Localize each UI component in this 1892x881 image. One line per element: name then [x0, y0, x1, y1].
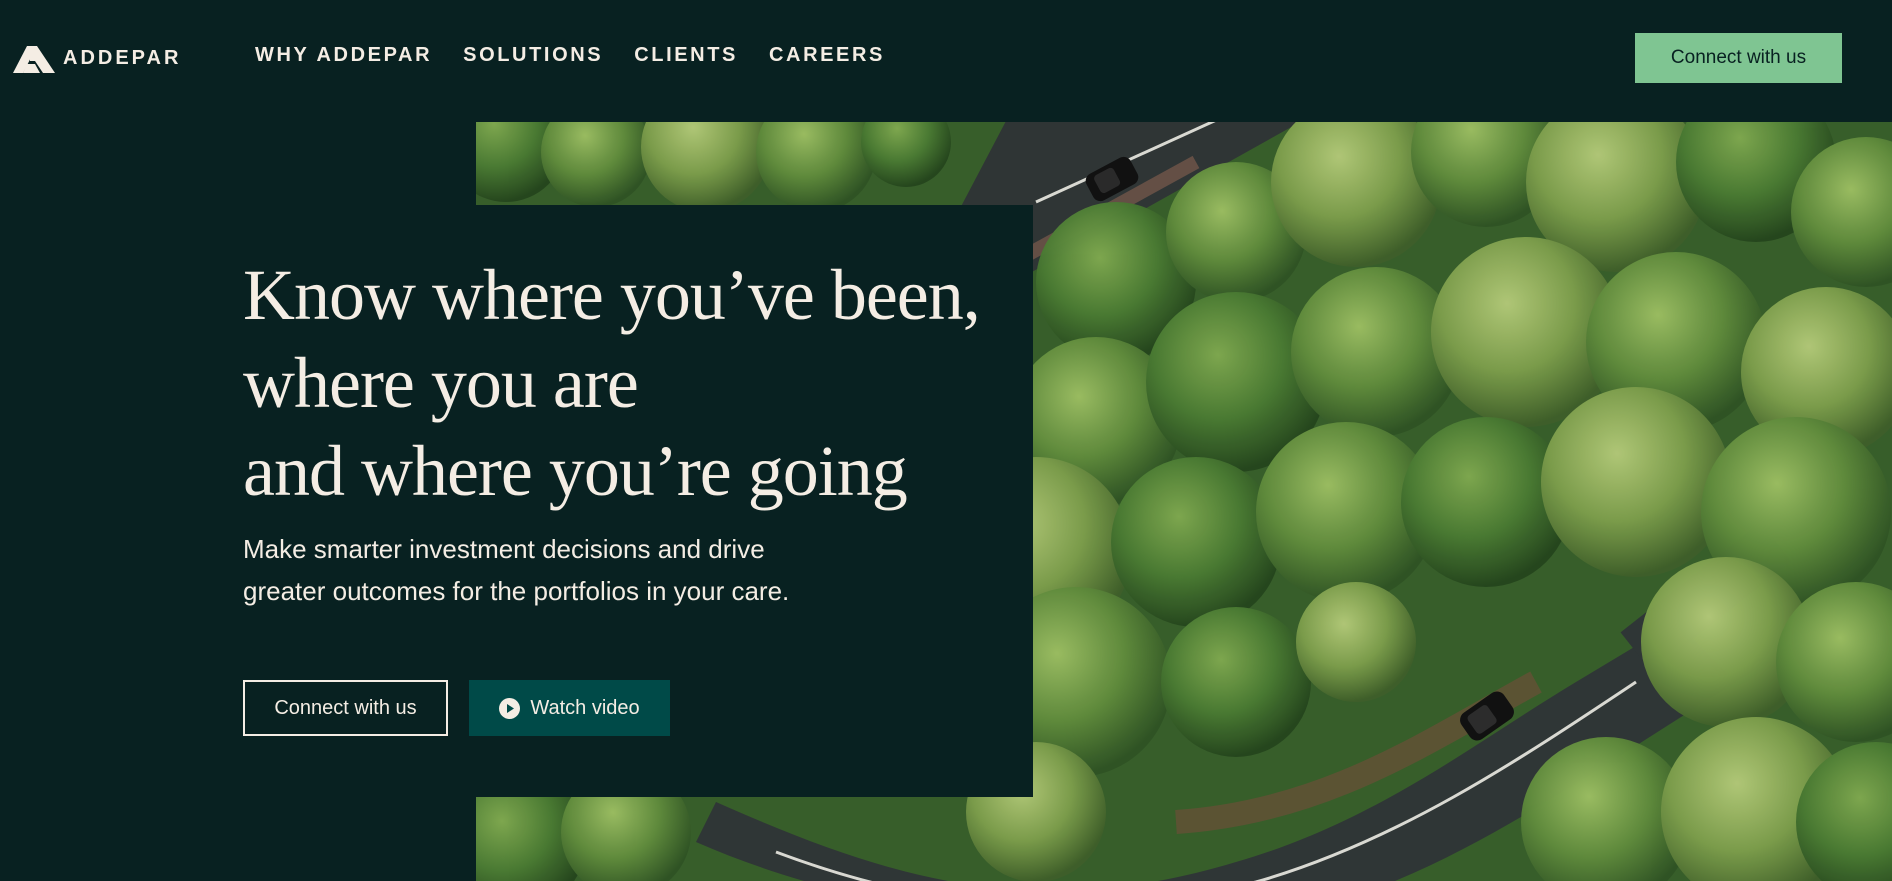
header-connect-button[interactable]: Connect with us [1635, 33, 1842, 83]
hero-title-line-1: Know where you’ve been, [243, 255, 981, 335]
addepar-logo[interactable]: ADDEPAR [13, 43, 181, 73]
site-header: ADDEPAR WHY ADDEPAR SOLUTIONS CLIENTS CA… [0, 0, 1892, 122]
watch-video-label: Watch video [530, 696, 640, 719]
hero-subtitle: Make smarter investment decisions and dr… [243, 528, 883, 612]
logo-text: ADDEPAR [63, 46, 182, 69]
hero-title-line-2: where you are [243, 343, 639, 423]
hero-connect-button[interactable]: Connect with us [243, 680, 448, 736]
hero-title-line-3: and where you’re going [243, 431, 908, 511]
hero-subtitle-line-1: Make smarter investment decisions and dr… [243, 534, 765, 564]
watch-video-button[interactable]: Watch video [469, 680, 670, 736]
nav-item-why-addepar[interactable]: WHY ADDEPAR [255, 44, 432, 67]
hero-subtitle-line-2: greater outcomes for the portfolios in y… [243, 576, 790, 606]
page: ADDEPAR WHY ADDEPAR SOLUTIONS CLIENTS CA… [0, 0, 1892, 881]
nav-item-careers[interactable]: CAREERS [769, 44, 885, 67]
play-icon [499, 697, 521, 719]
nav-item-clients[interactable]: CLIENTS [634, 44, 738, 67]
hero-title: Know where you’ve been, where you are an… [243, 251, 1033, 515]
addepar-logo-icon [13, 46, 55, 73]
hero-text-panel: Know where you’ve been, where you are an… [0, 205, 1033, 797]
main-nav: WHY ADDEPAR SOLUTIONS CLIENTS CAREERS [255, 44, 916, 67]
nav-item-solutions[interactable]: SOLUTIONS [463, 44, 603, 67]
